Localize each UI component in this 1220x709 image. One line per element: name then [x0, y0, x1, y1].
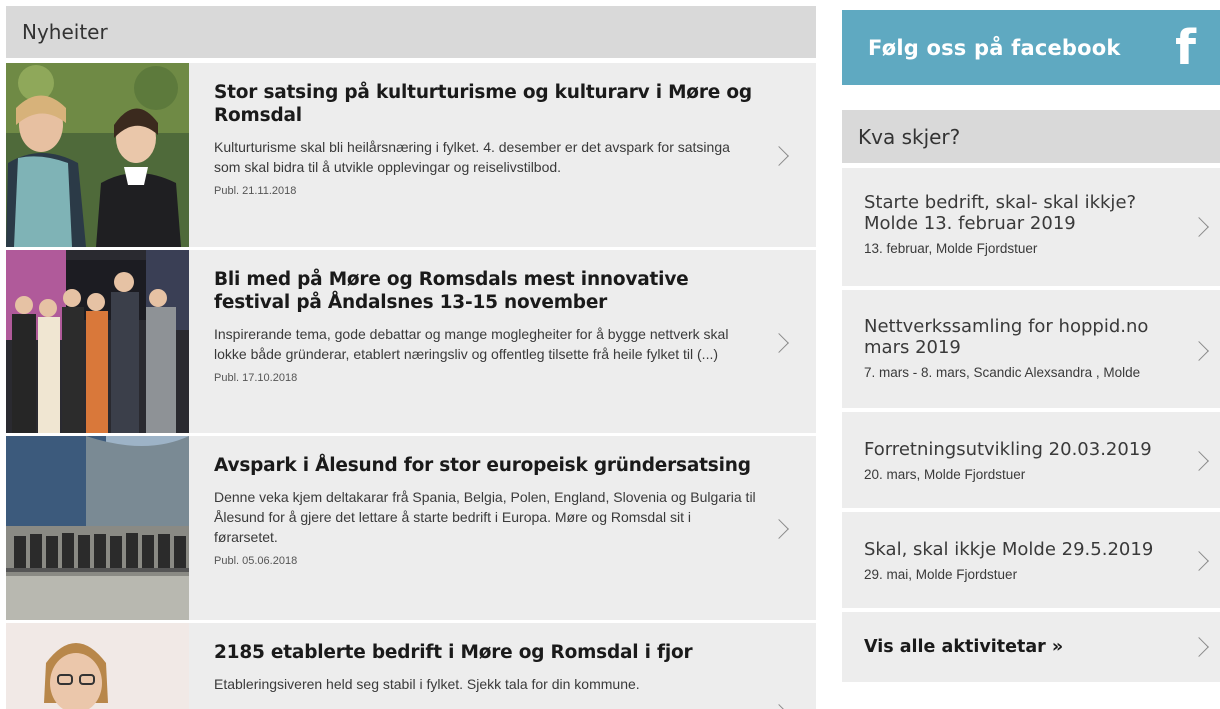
events-header: Kva skjer? — [842, 110, 1220, 163]
news-section: Nyheiter Stor satsing på kulturturisme o… — [6, 6, 816, 709]
facebook-icon: f — [1175, 20, 1196, 76]
news-photo-two-women[interactable] — [6, 63, 189, 247]
chevron-right-icon — [1189, 217, 1209, 237]
event-meta: 29. mai, Molde Fjordstuer — [864, 567, 1018, 582]
event-title: Forretningsutvikling 20.03.2019 — [864, 439, 1152, 460]
news-item-title[interactable]: Avspark i Ålesund for stor europeisk grü… — [214, 454, 756, 477]
news-photo-woman-glasses[interactable] — [6, 623, 189, 709]
event-title: Nettverkssamling for hoppid.no mars 2019 — [864, 316, 1149, 358]
chevron-right-icon — [1189, 451, 1209, 471]
show-all-events-link[interactable]: Vis alle aktivitetar » — [842, 612, 1220, 682]
news-item-text: Kulturturisme skal bli heilårsnæring i f… — [214, 139, 730, 175]
event-meta: 13. februar, Molde Fjordstuer — [864, 241, 1038, 256]
news-item-text: Inspirerande tema, gode debattar og mang… — [214, 326, 729, 362]
event-meta: 20. mars, Molde Fjordstuer — [864, 467, 1026, 482]
event-item[interactable]: Skal, skal ikkje Molde 29.5.2019 29. mai… — [842, 512, 1220, 608]
news-photo-festival-group[interactable] — [6, 250, 189, 433]
chevron-right-icon — [1189, 551, 1209, 571]
news-item[interactable]: Avspark i Ålesund for stor europeisk grü… — [6, 436, 816, 620]
event-item[interactable]: Forretningsutvikling 20.03.2019 20. mars… — [842, 412, 1220, 508]
facebook-follow-label: Følg oss på facebook — [868, 35, 1121, 60]
news-item-date: Publ. 17.10.2018 — [214, 372, 298, 384]
news-heading: Nyheiter — [22, 20, 108, 44]
news-item-title[interactable]: Bli med på Møre og Romsdals mest innovat… — [214, 268, 756, 314]
news-item-body: 2185 etablerte bedrift i Møre og Romsdal… — [189, 623, 816, 709]
event-meta: 7. mars - 8. mars, Scandic Alexsandra , … — [864, 365, 1141, 380]
event-item[interactable]: Starte bedrift, skal- skal ikkje? Molde … — [842, 168, 1220, 286]
news-item-text: Etableringsiveren held seg stabil i fylk… — [214, 676, 640, 692]
chevron-right-icon — [1189, 637, 1209, 657]
news-item-date: Publ. 05.06.2018 — [214, 555, 298, 567]
events-heading: Kva skjer? — [858, 124, 961, 149]
facebook-follow-button[interactable]: Følg oss på facebook f — [842, 10, 1220, 85]
news-item-body: Avspark i Ålesund for stor europeisk grü… — [189, 436, 816, 620]
news-header: Nyheiter — [6, 6, 816, 58]
news-item-text: Denne veka kjem deltakarar frå Spania, B… — [214, 489, 756, 545]
event-title: Skal, skal ikkje Molde 29.5.2019 — [864, 539, 1154, 560]
news-item[interactable]: 2185 etablerte bedrift i Møre og Romsdal… — [6, 623, 816, 709]
news-item-title[interactable]: 2185 etablerte bedrift i Møre og Romsdal… — [214, 641, 756, 664]
event-item[interactable]: Nettverkssamling for hoppid.no mars 2019… — [842, 290, 1220, 408]
news-item-body: Stor satsing på kulturturisme og kultura… — [189, 63, 816, 247]
news-photo-group-building[interactable] — [6, 436, 189, 620]
news-item-title[interactable]: Stor satsing på kulturturisme og kultura… — [214, 81, 756, 127]
news-item-body: Bli med på Møre og Romsdals mest innovat… — [189, 250, 816, 433]
event-title: Starte bedrift, skal- skal ikkje? Molde … — [864, 192, 1137, 234]
news-item[interactable]: Bli med på Møre og Romsdals mest innovat… — [6, 250, 816, 433]
show-all-events-label: Vis alle aktivitetar » — [864, 637, 1064, 657]
chevron-right-icon — [1189, 341, 1209, 361]
news-item[interactable]: Stor satsing på kulturturisme og kultura… — [6, 63, 816, 247]
events-section: Kva skjer? — [842, 110, 1220, 163]
news-item-date: Publ. 21.11.2018 — [214, 185, 297, 197]
